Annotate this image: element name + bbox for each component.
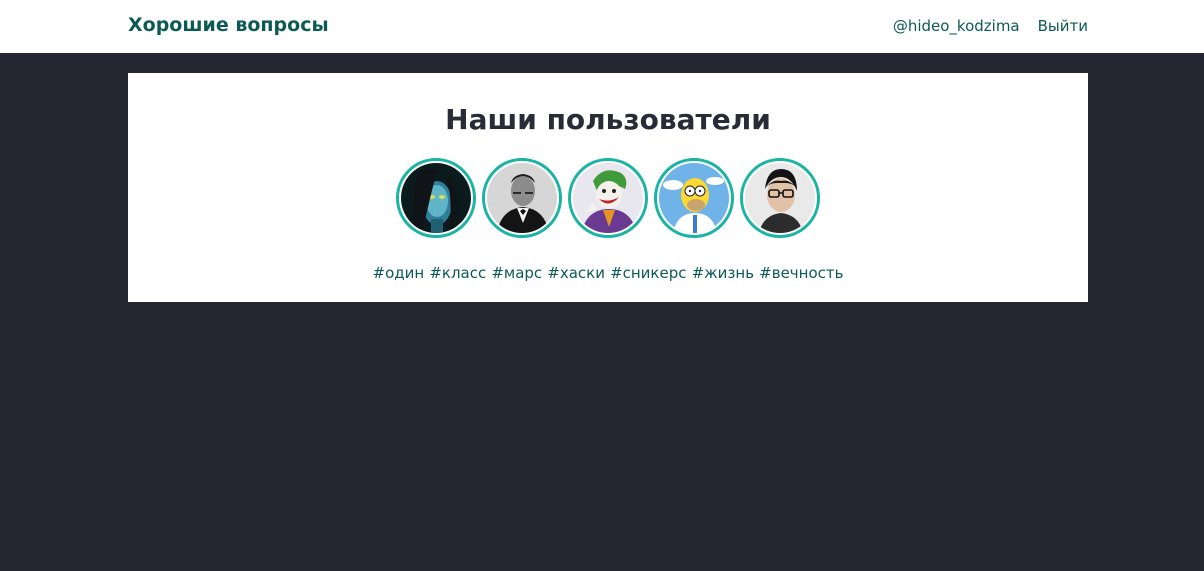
page-title: Наши пользователи xyxy=(445,103,771,136)
avatar-bond[interactable] xyxy=(482,158,562,238)
tag-link[interactable]: #марс xyxy=(491,264,542,282)
users-card: Наши пользователи #один #класс #марс #ха… xyxy=(128,73,1088,302)
user-nav: @hideo_kodzima Выйти xyxy=(893,17,1088,35)
homer-avatar-image xyxy=(659,163,729,233)
avatar-kojima[interactable] xyxy=(740,158,820,238)
logout-link[interactable]: Выйти xyxy=(1038,17,1088,35)
bond-avatar-image xyxy=(487,163,557,233)
tag-link[interactable]: #класс xyxy=(429,264,486,282)
neytiri-avatar-image xyxy=(401,163,471,233)
avatar-homer[interactable] xyxy=(654,158,734,238)
kojima-avatar-image xyxy=(745,163,815,233)
avatar-list xyxy=(128,158,1088,238)
tag-link[interactable]: #один xyxy=(373,264,425,282)
tag-link[interactable]: #хаски xyxy=(547,264,605,282)
joker-avatar-image xyxy=(573,163,643,233)
tag-link[interactable]: #сникерс xyxy=(610,264,686,282)
top-navbar: Хорошие вопросы @hideo_kodzima Выйти xyxy=(0,0,1204,53)
tag-cloud: #один #класс #марс #хаски #сникерс #жизн… xyxy=(128,263,1088,282)
tag-link[interactable]: #жизнь xyxy=(692,264,754,282)
profile-link[interactable]: @hideo_kodzima xyxy=(893,17,1020,35)
avatar-joker[interactable] xyxy=(568,158,648,238)
tag-link[interactable]: #вечность xyxy=(759,264,843,282)
avatar-neytiri[interactable] xyxy=(396,158,476,238)
brand-logo-link[interactable]: Хорошие вопросы xyxy=(128,14,329,36)
